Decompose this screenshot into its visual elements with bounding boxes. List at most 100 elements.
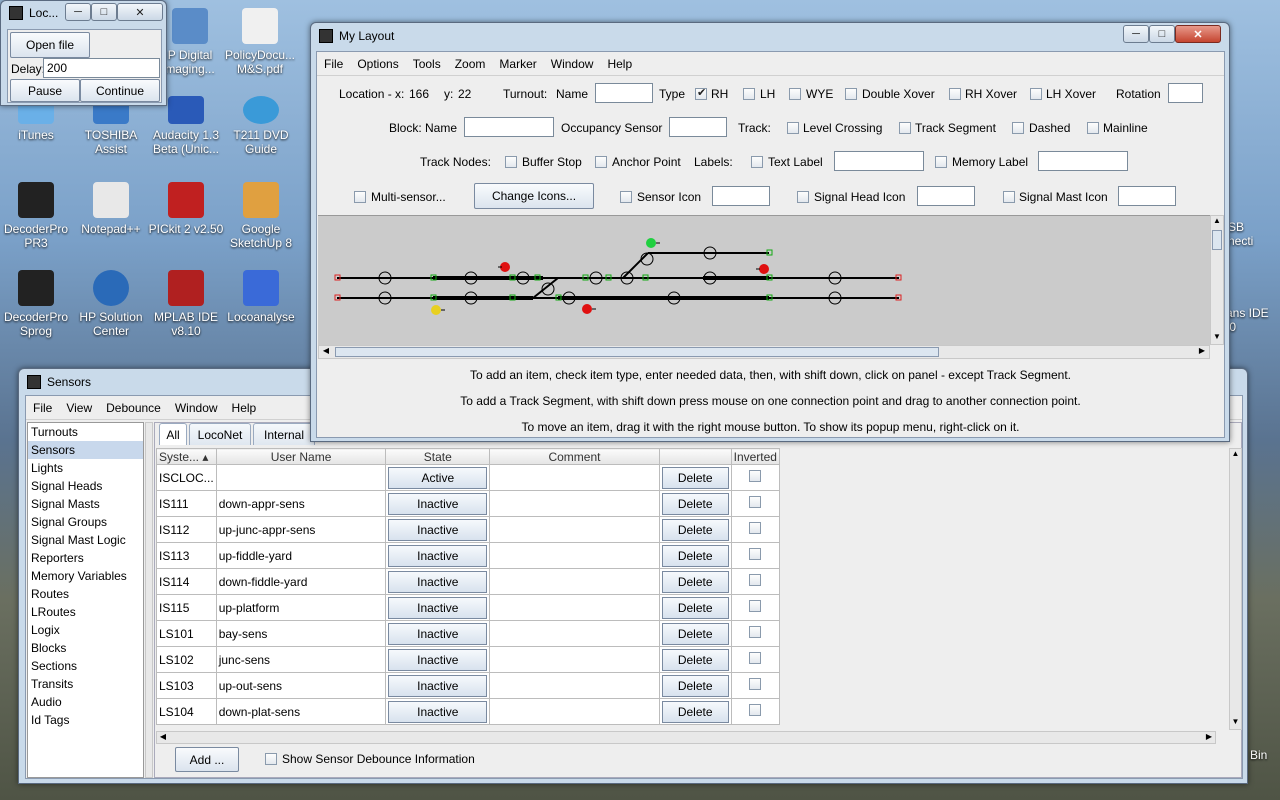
inverted-checkbox[interactable]: [749, 600, 762, 612]
table-row[interactable]: IS115 up-platform Inactive Delete: [156, 594, 781, 621]
user-name-cell[interactable]: up-junc-appr-sens: [215, 516, 387, 543]
desktop-icon-edge[interactable]: Bin: [1250, 748, 1280, 762]
system-name-cell[interactable]: ISCLOC...: [156, 464, 217, 491]
inverted-checkbox[interactable]: [749, 626, 762, 638]
column-header-system[interactable]: Syste... ▴: [156, 448, 217, 465]
user-name-cell[interactable]: bay-sens: [215, 620, 387, 647]
scroll-up-arrow-icon[interactable]: ▲: [1211, 216, 1223, 228]
user-name-cell[interactable]: down-plat-sens: [215, 698, 387, 725]
delete-button[interactable]: Delete: [661, 622, 729, 645]
layout-panel[interactable]: [318, 215, 1210, 345]
comment-cell[interactable]: [489, 516, 660, 543]
user-name-cell[interactable]: down-appr-sens: [215, 490, 387, 517]
state-toggle-button[interactable]: Inactive: [388, 622, 488, 645]
nav-item-sensors[interactable]: Sensors: [28, 441, 143, 459]
comment-cell[interactable]: [489, 568, 660, 595]
delete-button[interactable]: Delete: [661, 466, 729, 489]
scroll-thumb[interactable]: [1212, 230, 1222, 250]
sensor-icon-checkbox[interactable]: [620, 191, 632, 203]
mainline-checkbox[interactable]: [1087, 122, 1099, 134]
text-label-field[interactable]: [834, 151, 924, 171]
maximize-button[interactable]: □: [1149, 25, 1175, 43]
scroll-up-arrow-icon[interactable]: ▲: [1230, 449, 1241, 461]
menu-tools[interactable]: Tools: [406, 57, 448, 71]
nav-item-logix[interactable]: Logix: [28, 621, 143, 639]
user-name-cell[interactable]: [215, 464, 387, 491]
table-row[interactable]: ISCLOC... Active Delete: [156, 464, 781, 491]
dashed-checkbox[interactable]: [1012, 122, 1024, 134]
desktop-icon-edge[interactable]: De: [0, 484, 12, 498]
desktop-icon-decoderpro-sprog[interactable]: DecoderPro Sprog: [0, 270, 78, 338]
comment-cell[interactable]: [489, 490, 660, 517]
state-toggle-button[interactable]: Inactive: [388, 492, 488, 515]
comment-cell[interactable]: [489, 672, 660, 699]
user-name-cell[interactable]: up-out-sens: [215, 672, 387, 699]
turnout-name-field[interactable]: [595, 83, 653, 103]
signal-mast-icon-field[interactable]: [1118, 186, 1176, 206]
desktop-icon-policy-pdf[interactable]: PolicyDocu... M&S.pdf: [218, 8, 302, 76]
inverted-checkbox[interactable]: [749, 704, 762, 716]
scroll-left-arrow-icon[interactable]: ◀: [157, 732, 169, 743]
change-icons-button[interactable]: Change Icons...: [474, 183, 594, 209]
table-row[interactable]: LS104 down-plat-sens Inactive Delete: [156, 698, 781, 725]
close-button[interactable]: ✕: [117, 3, 163, 21]
scroll-left-arrow-icon[interactable]: ◀: [319, 346, 333, 358]
table-row[interactable]: IS111 down-appr-sens Inactive Delete: [156, 490, 781, 517]
close-button[interactable]: ✕: [1175, 25, 1221, 43]
desktop-icon-locoanalyse[interactable]: Locoanalyse: [219, 270, 303, 324]
delete-button[interactable]: Delete: [661, 570, 729, 593]
column-header-user-name[interactable]: User Name: [215, 448, 387, 465]
comment-cell[interactable]: [489, 594, 660, 621]
memory-label-checkbox[interactable]: [935, 156, 947, 168]
nav-item-audio[interactable]: Audio: [28, 693, 143, 711]
menu-file[interactable]: File: [26, 401, 59, 415]
nav-item-reporters[interactable]: Reporters: [28, 549, 143, 567]
system-name-cell[interactable]: LS103: [156, 672, 217, 699]
delete-button[interactable]: Delete: [661, 596, 729, 619]
multi-sensor-checkbox[interactable]: [354, 191, 366, 203]
state-toggle-button[interactable]: Inactive: [388, 570, 488, 593]
scroll-right-arrow-icon[interactable]: ▶: [1195, 346, 1209, 358]
menu-window[interactable]: Window: [168, 401, 225, 415]
lh-xover-checkbox[interactable]: [1030, 88, 1042, 100]
system-name-cell[interactable]: IS112: [156, 516, 217, 543]
state-toggle-button[interactable]: Inactive: [388, 700, 488, 723]
tab-internal[interactable]: Internal: [253, 423, 315, 445]
comment-cell[interactable]: [489, 646, 660, 673]
menu-help[interactable]: Help: [600, 57, 639, 71]
system-name-cell[interactable]: IS114: [156, 568, 217, 595]
user-name-cell[interactable]: up-platform: [215, 594, 387, 621]
rh-checkbox[interactable]: [695, 86, 707, 100]
menu-view[interactable]: View: [59, 401, 99, 415]
maximize-button[interactable]: □: [91, 3, 117, 21]
inverted-checkbox[interactable]: [749, 678, 762, 690]
inverted-checkbox[interactable]: [749, 652, 762, 664]
minimize-button[interactable]: ─: [1123, 25, 1149, 43]
desktop-icon-decoderpro-pr3[interactable]: DecoderPro PR3: [0, 182, 78, 250]
inverted-checkbox[interactable]: [749, 574, 762, 586]
minimize-button[interactable]: ─: [65, 3, 91, 21]
comment-cell[interactable]: [489, 620, 660, 647]
nav-item-lights[interactable]: Lights: [28, 459, 143, 477]
nav-item-signal-masts[interactable]: Signal Masts: [28, 495, 143, 513]
table-row[interactable]: LS102 junc-sens Inactive Delete: [156, 646, 781, 673]
nav-item-memory-variables[interactable]: Memory Variables: [28, 567, 143, 585]
nav-item-signal-mast-logic[interactable]: Signal Mast Logic: [28, 531, 143, 549]
anchor-point-checkbox[interactable]: [595, 156, 607, 168]
tab-loconet[interactable]: LocoNet: [189, 423, 251, 445]
comment-cell[interactable]: [489, 542, 660, 569]
scroll-down-arrow-icon[interactable]: ▼: [1230, 717, 1241, 729]
wye-checkbox[interactable]: [789, 88, 801, 100]
nav-item-routes[interactable]: Routes: [28, 585, 143, 603]
system-name-cell[interactable]: LS101: [156, 620, 217, 647]
desktop-icon-edge[interactable]: De: [0, 396, 12, 410]
nav-item-signal-heads[interactable]: Signal Heads: [28, 477, 143, 495]
desktop-icon-hp-solution[interactable]: HP Solution Center: [69, 270, 153, 338]
pause-button[interactable]: Pause: [10, 79, 80, 102]
menu-zoom[interactable]: Zoom: [448, 57, 493, 71]
state-toggle-button[interactable]: Inactive: [388, 648, 488, 671]
user-name-cell[interactable]: down-fiddle-yard: [215, 568, 387, 595]
signal-mast-icon-checkbox[interactable]: [1003, 191, 1015, 203]
user-name-cell[interactable]: junc-sens: [215, 646, 387, 673]
panel-vertical-scrollbar[interactable]: ▲ ▼: [1210, 215, 1224, 345]
